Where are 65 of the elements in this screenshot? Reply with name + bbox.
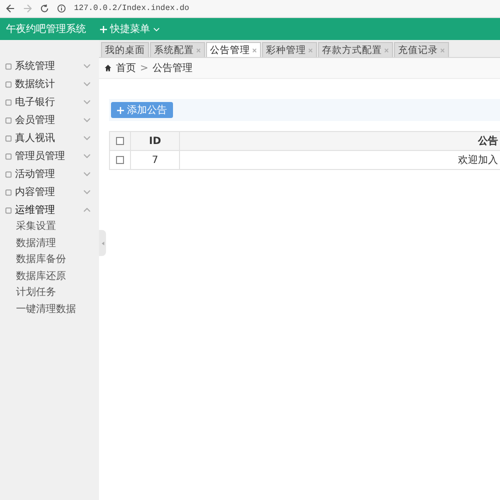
sidebar-item[interactable]: 系统管理 bbox=[0, 57, 99, 75]
chevron-down-icon bbox=[83, 80, 91, 88]
close-icon[interactable] bbox=[196, 48, 201, 52]
menu-icon bbox=[5, 188, 12, 196]
table-cell-text: 欢迎加入 bbox=[457, 154, 499, 168]
sidebar-item[interactable]: 数据统计 bbox=[0, 75, 99, 93]
submenu-item[interactable]: 一键清理数据 bbox=[0, 302, 99, 318]
menu-icon bbox=[5, 152, 12, 160]
chevron-up-icon bbox=[83, 206, 91, 214]
submenu-item[interactable]: 采集设置 bbox=[0, 219, 99, 236]
checkbox[interactable] bbox=[116, 156, 124, 164]
collapse-handle[interactable] bbox=[99, 230, 106, 256]
menu-icon bbox=[5, 134, 12, 142]
info-icon[interactable] bbox=[57, 4, 66, 13]
submenu-item[interactable]: 数据清理 bbox=[0, 236, 99, 252]
sidebar-item[interactable]: 电子银行 bbox=[0, 93, 99, 111]
menu-icon bbox=[5, 62, 12, 70]
column-header: 公告 bbox=[476, 134, 499, 149]
sidebar-item[interactable]: 内容管理 bbox=[0, 183, 99, 201]
sidebar-item[interactable]: 活动管理 bbox=[0, 165, 99, 183]
menu-icon bbox=[5, 170, 12, 178]
tab[interactable]: 我的桌面 bbox=[101, 42, 149, 57]
breadcrumb-separator: > bbox=[140, 62, 148, 74]
back-icon[interactable] bbox=[6, 4, 15, 13]
chevron-down-icon bbox=[83, 170, 91, 178]
column-header: ID bbox=[131, 132, 180, 150]
plus-icon bbox=[100, 26, 107, 32]
chevron-down-icon bbox=[83, 98, 91, 106]
tab[interactable]: 公告管理 bbox=[206, 42, 261, 57]
chevron-down-icon bbox=[153, 26, 160, 32]
menu-icon bbox=[5, 98, 12, 106]
chevron-down-icon bbox=[83, 116, 91, 124]
tab[interactable]: 充值记录 bbox=[394, 42, 449, 57]
sidebar-item[interactable]: 运维管理 bbox=[0, 201, 99, 219]
menu-icon bbox=[5, 116, 12, 124]
breadcrumb-link[interactable]: 首页 bbox=[116, 61, 136, 75]
close-icon[interactable] bbox=[440, 48, 445, 52]
app-title: 午夜约吧管理系统 bbox=[6, 22, 86, 36]
menu-icon bbox=[5, 80, 12, 88]
table-cell: 7 bbox=[131, 151, 180, 169]
submenu-item[interactable]: 计划任务 bbox=[0, 285, 99, 302]
submenu-item[interactable]: 数据库备份 bbox=[0, 252, 99, 268]
tab[interactable]: 彩种管理 bbox=[262, 42, 317, 57]
close-icon[interactable] bbox=[252, 48, 257, 52]
address-field[interactable]: 127.0.0.2/Index.index.do bbox=[74, 4, 190, 13]
chevron-down-icon bbox=[83, 134, 91, 142]
sidebar-item[interactable]: 管理员管理 bbox=[0, 147, 99, 165]
reload-icon[interactable] bbox=[40, 4, 49, 13]
close-icon[interactable] bbox=[308, 48, 313, 52]
sidebar-item[interactable]: 会员管理 bbox=[0, 111, 99, 129]
sidebar-item[interactable]: 真人视讯 bbox=[0, 129, 99, 147]
submenu-item[interactable]: 数据库还原 bbox=[0, 268, 99, 285]
checkbox[interactable] bbox=[116, 137, 124, 145]
forward-icon[interactable] bbox=[23, 4, 32, 13]
chevron-down-icon bbox=[83, 188, 91, 196]
breadcrumb-current: 公告管理 bbox=[152, 62, 192, 75]
home-icon bbox=[104, 64, 112, 72]
close-icon[interactable] bbox=[384, 48, 389, 52]
tab[interactable]: 存款方式配置 bbox=[318, 42, 393, 57]
tab[interactable]: 系统配置 bbox=[150, 42, 205, 57]
chevron-down-icon bbox=[83, 152, 91, 160]
triangle-left-icon bbox=[100, 240, 104, 246]
plus-icon bbox=[117, 106, 124, 114]
chevron-down-icon bbox=[83, 62, 91, 70]
menu-icon bbox=[5, 206, 12, 214]
